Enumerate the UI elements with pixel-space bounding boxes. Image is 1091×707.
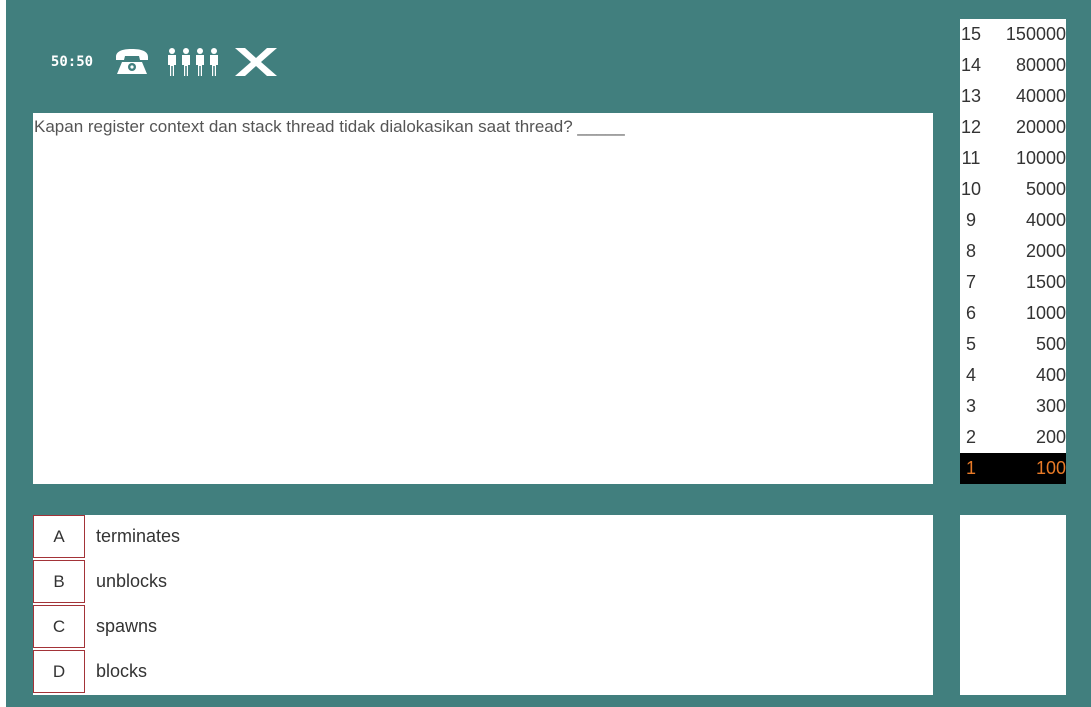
prize-ladder-row: 10 5000 [960, 174, 1066, 205]
answer-option-d[interactable]: D blocks [33, 650, 933, 693]
game-board: 50:50 Kapan register context dan stack t… [6, 0, 1091, 707]
ask-audience-button[interactable] [162, 47, 226, 77]
answer-text: unblocks [96, 571, 168, 591]
audience-icon [168, 48, 218, 76]
prize-amount: 2000 [1025, 241, 1066, 261]
prize-level: 7 [965, 272, 976, 292]
prize-ladder-row: 15 150000 [960, 19, 1066, 50]
prize-level: 2 [965, 427, 976, 447]
prize-level: 8 [965, 241, 976, 261]
answer-option-b[interactable]: B unblocks [33, 560, 933, 603]
prize-amount: 300 [1035, 396, 1066, 416]
answer-letter: C [33, 605, 85, 648]
phone-a-friend-button[interactable] [102, 48, 162, 76]
prize-level: 6 [965, 303, 976, 323]
prize-ladder-row: 11 10000 [960, 143, 1066, 174]
answer-text: blocks [96, 661, 148, 681]
prize-amount: 20000 [1015, 117, 1066, 137]
prize-ladder-row: 14 80000 [960, 50, 1066, 81]
prize-ladder-row: 2 200 [960, 422, 1066, 453]
answers-panel: A terminates B unblocks C spawns D block… [33, 515, 933, 695]
prize-level: 4 [965, 365, 976, 385]
close-icon [235, 48, 277, 76]
prize-amount: 200 [1035, 427, 1066, 447]
prize-ladder-row: 9 4000 [960, 205, 1066, 236]
prize-amount: 100 [1035, 458, 1066, 478]
prize-ladder-row: 5 500 [960, 329, 1066, 360]
prize-level: 15 [960, 24, 982, 44]
prize-ladder-row: 4 400 [960, 360, 1066, 391]
prize-level: 12 [960, 117, 982, 137]
answer-text: terminates [96, 526, 181, 546]
prize-amount: 4000 [1025, 210, 1066, 230]
prize-ladder-row: 7 1500 [960, 267, 1066, 298]
prize-amount: 40000 [1015, 86, 1066, 106]
prize-amount: 150000 [1005, 24, 1066, 44]
prize-amount: 5000 [1025, 179, 1066, 199]
question-text: Kapan register context dan stack thread … [34, 117, 625, 136]
prize-ladder: 15 150000 14 80000 13 40000 12 20000 11 10000 10 50… [960, 19, 1066, 484]
prize-ladder-row: 12 20000 [960, 112, 1066, 143]
answer-letter: A [33, 515, 85, 558]
answer-option-a[interactable]: A terminates [33, 515, 933, 558]
prize-amount: 500 [1035, 334, 1066, 354]
prize-amount: 1000 [1025, 303, 1066, 323]
prize-level: 5 [965, 334, 976, 354]
prize-level: 1 [965, 458, 976, 478]
prize-level: 9 [965, 210, 976, 230]
prize-ladder-row: 6 1000 [960, 298, 1066, 329]
prize-amount: 400 [1035, 365, 1066, 385]
question-panel: Kapan register context dan stack thread … [33, 113, 933, 484]
prize-amount: 10000 [1015, 148, 1066, 168]
answer-letter: B [33, 560, 85, 603]
answer-letter: D [33, 650, 85, 693]
telephone-icon [116, 49, 148, 74]
prize-level: 13 [960, 86, 982, 106]
prize-amount: 1500 [1025, 272, 1066, 292]
fifty-fifty-label: 50:50 [50, 54, 94, 70]
prize-ladder-row: 13 40000 [960, 81, 1066, 112]
prize-level: 3 [965, 396, 976, 416]
prize-ladder-row: 3 300 [960, 391, 1066, 422]
answer-option-c[interactable]: C spawns [33, 605, 933, 648]
prize-ladder-row: 8 2000 [960, 236, 1066, 267]
answer-text: spawns [96, 616, 158, 636]
prize-level: 11 [961, 148, 981, 168]
lifelines-bar: 50:50 [42, 40, 286, 84]
prize-amount: 80000 [1015, 55, 1066, 75]
prize-level: 14 [960, 55, 982, 75]
fifty-fifty-button[interactable]: 50:50 [42, 54, 102, 70]
prize-ladder-row: 1 100 [960, 453, 1066, 484]
side-panel [960, 515, 1066, 695]
exit-button[interactable] [226, 47, 286, 77]
prize-level: 10 [960, 179, 982, 199]
